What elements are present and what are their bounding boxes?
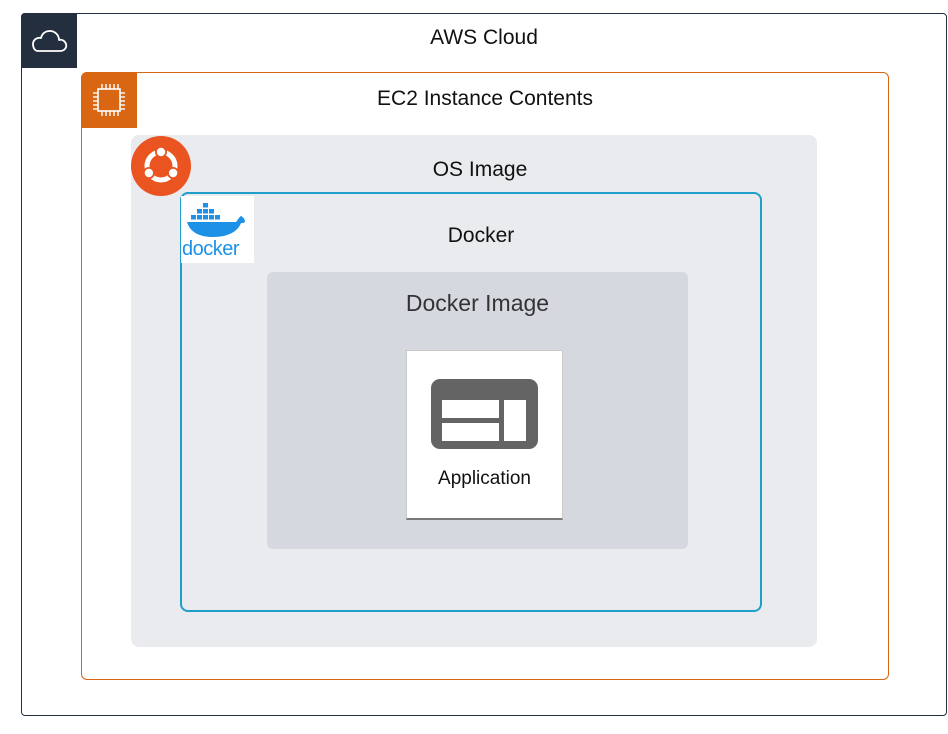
ubuntu-logo-icon [131,136,191,196]
docker-logo-icon: docker [181,196,254,263]
application-label: Application [438,468,531,489]
docker-logo-text: docker [182,238,240,260]
ec2-instance-title: EC2 Instance Contents [377,87,593,110]
os-image-title: OS Image [432,158,528,181]
docker-title: Docker [447,224,515,247]
docker-image-title: Docker Image [405,290,550,316]
application-window-icon [431,379,538,449]
aws-cloud-title: AWS Cloud [430,26,538,49]
